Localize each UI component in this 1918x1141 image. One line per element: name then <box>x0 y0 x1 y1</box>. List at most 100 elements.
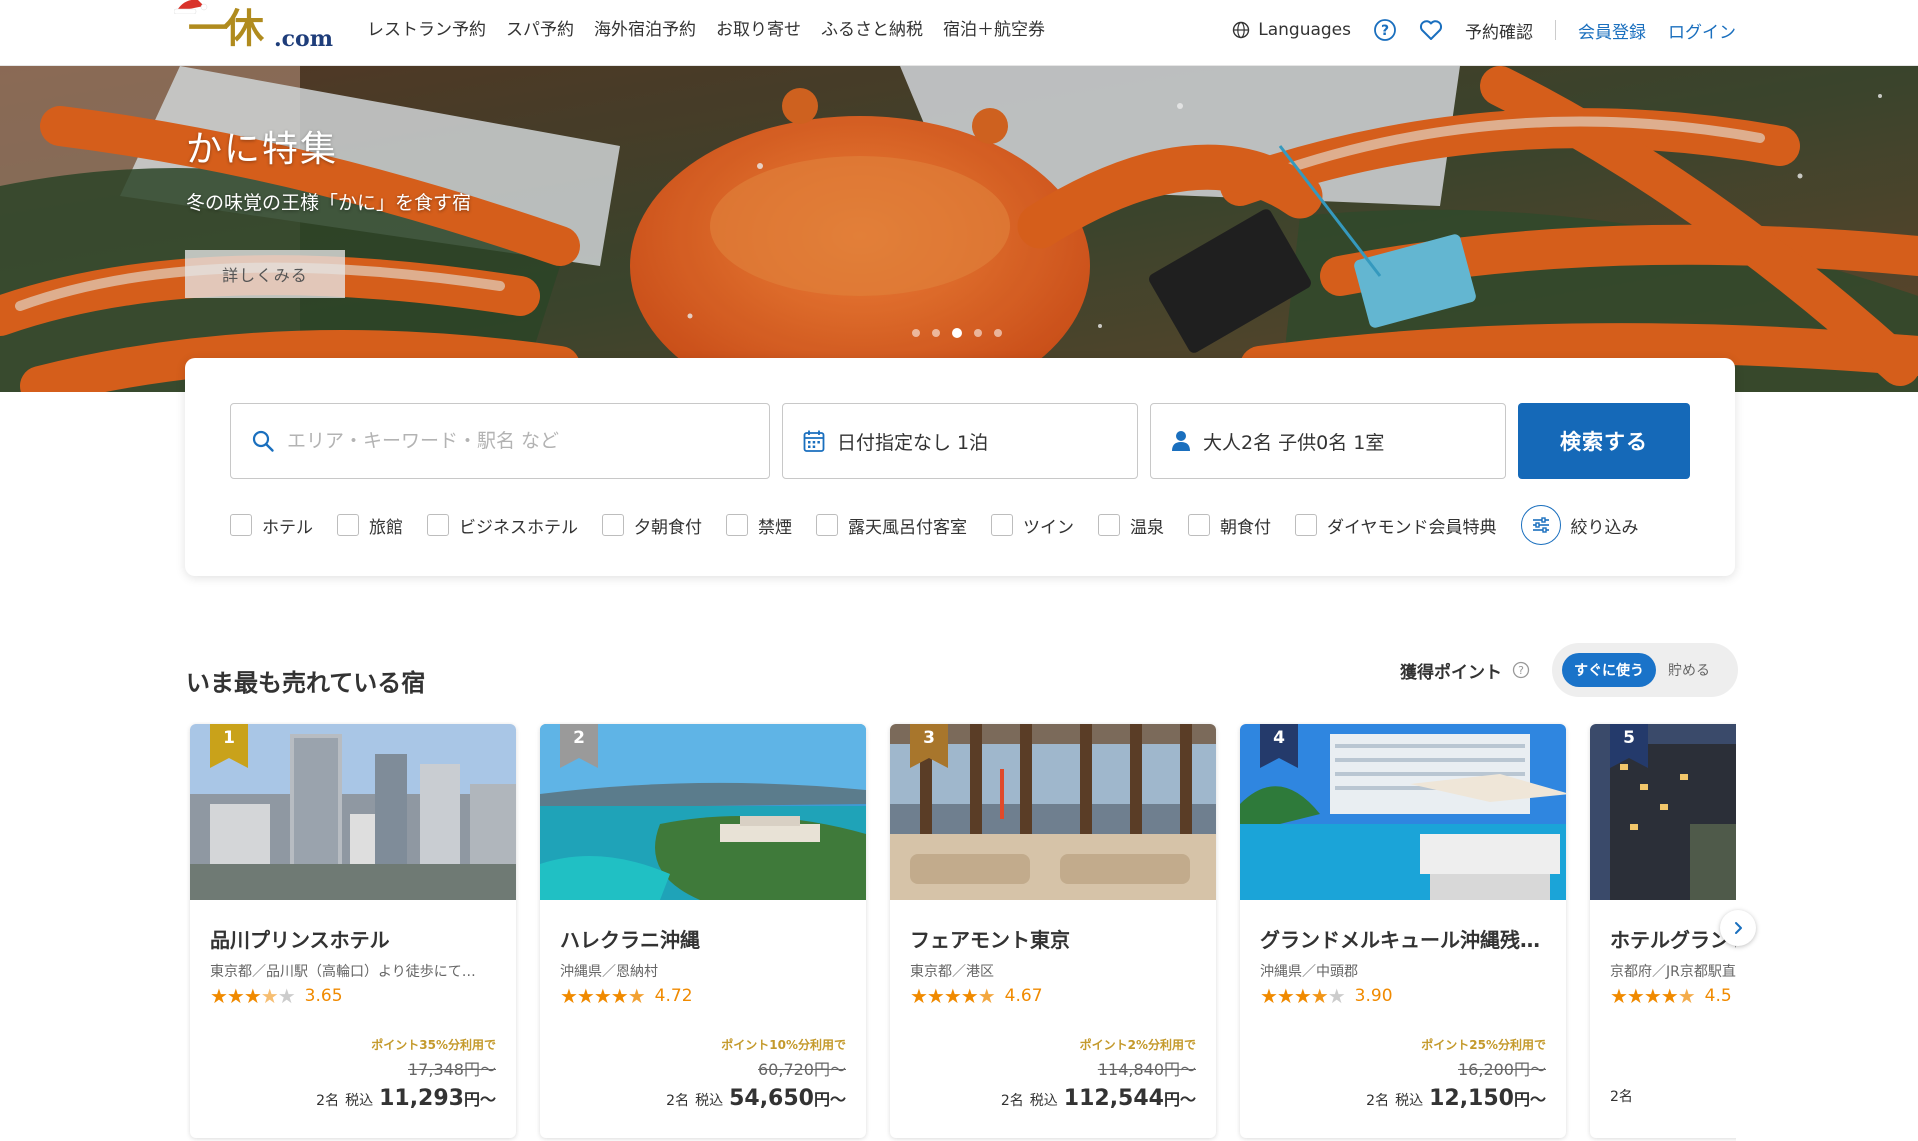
globe-icon <box>1233 21 1250 39</box>
carousel-dot[interactable] <box>932 329 940 337</box>
filter-hotel[interactable]: ホテル <box>230 513 313 538</box>
rank-number: 5 <box>1623 728 1635 748</box>
filter-twin[interactable]: ツイン <box>991 513 1074 538</box>
info-icon[interactable]: ? <box>1512 661 1530 679</box>
hotel-rating: ★★★★★ 3.65 <box>210 986 343 1006</box>
star-rating-icons: ★★★★★ <box>1260 984 1346 1008</box>
save-points-toggle[interactable]: 貯める <box>1664 660 1714 680</box>
sliders-icon <box>1520 505 1561 545</box>
ikyu-logo[interactable]: 一休 .com <box>174 0 333 56</box>
search-button[interactable]: 検索する <box>1518 403 1690 479</box>
nav-spa[interactable]: スパ予約 <box>506 18 574 42</box>
rank-number: 4 <box>1273 728 1285 748</box>
hotel-location: 東京都／品川駅（高輪口）より徒歩にて… <box>210 964 476 980</box>
carousel-dots <box>912 328 1002 338</box>
rating-score: 4.72 <box>654 986 693 1006</box>
hotel-name[interactable]: ホテルグランヴィア京都 <box>1610 924 1736 953</box>
checkbox[interactable] <box>1188 514 1210 536</box>
register-link[interactable]: 会員登録 <box>1578 18 1646 43</box>
hotel-card[interactable]: 1 品川プリンスホテル 東京都／品川駅（高輪口）より徒歩にて… ★★★★★ 3.… <box>190 724 516 1138</box>
help-icon[interactable]: ? <box>1373 18 1397 42</box>
hotel-rating: ★★★★★ 4.67 <box>910 986 1043 1006</box>
rating-score: 3.90 <box>1354 986 1393 1006</box>
price-row: 2名 税込 54,650円〜 <box>666 1086 846 1111</box>
checkbox[interactable] <box>726 514 748 536</box>
price-yen: 円〜 <box>463 1090 496 1109</box>
date-field[interactable]: 日付指定なし 1泊 <box>782 403 1138 479</box>
guest-field[interactable]: 大人2名 子供0名 1室 <box>1150 403 1506 479</box>
carousel-dot[interactable] <box>912 329 920 337</box>
hero-subtitle: 冬の味覚の王様「かに」を食す宿 <box>186 192 472 214</box>
use-now-toggle[interactable]: すぐに使う <box>1562 653 1656 687</box>
hotel-card[interactable]: 3 フェアモント東京 東京都／港区 ★★★★★ 4.67 ポイント2%分利用で … <box>890 724 1216 1138</box>
refine-button[interactable]: 絞り込み <box>1520 505 1639 545</box>
carousel-dot[interactable] <box>974 329 982 337</box>
filter-label: ホテル <box>262 517 313 538</box>
checkbox[interactable] <box>337 514 359 536</box>
checkbox[interactable] <box>230 514 252 536</box>
filter-non-smoking[interactable]: 禁煙 <box>726 513 792 538</box>
checkbox[interactable] <box>991 514 1013 536</box>
filter-label: ダイヤモンド会員特典 <box>1327 517 1497 538</box>
filter-ryokan[interactable]: 旅館 <box>337 513 403 538</box>
rating-score: 4.67 <box>1004 986 1043 1006</box>
search-icon <box>252 430 274 452</box>
filter-checkboxes: ホテル 旅館 ビジネスホテル 夕朝食付 禁煙 露天風呂付客室 ツイン 温泉 朝食… <box>230 505 1639 545</box>
login-link[interactable]: ログイン <box>1668 18 1736 43</box>
languages-button[interactable]: Languages <box>1232 20 1351 40</box>
filter-open-air-bath-room[interactable]: 露天風呂付客室 <box>816 513 967 538</box>
rank-number: 1 <box>223 728 235 748</box>
hotel-card[interactable]: 2 ハレクラニ沖縄 沖縄県／恩納村 ★★★★★ 4.72 ポイント10%分利用で… <box>540 724 866 1138</box>
nav-furusato[interactable]: ふるさと納税 <box>821 18 923 42</box>
tax-label: 税込 <box>695 1093 724 1109</box>
checkbox[interactable] <box>1098 514 1120 536</box>
hotel-card[interactable]: 4 グランドメルキュール沖縄残… 沖縄県／中頭郡 ★★★★★ 3.90 ポイント… <box>1240 724 1566 1138</box>
filter-business-hotel[interactable]: ビジネスホテル <box>427 513 578 538</box>
ranking-title: いま最も売れている宿 <box>186 669 426 697</box>
hotel-rating: ★★★★★ 4.5 <box>1610 986 1732 1006</box>
calendar-icon <box>803 430 825 452</box>
heart-icon[interactable] <box>1419 19 1443 41</box>
hero-banner[interactable]: かに特集 冬の味覚の王様「かに」を食す宿 詳しくみる <box>0 66 1918 392</box>
hotel-card[interactable]: 5 ホテルグランヴィア京都 京都府／JR京都駅直結 ★★★★★ 4.5 2名 <box>1590 724 1736 1138</box>
nav-overseas[interactable]: 海外宿泊予約 <box>594 18 696 42</box>
chevron-right-icon <box>1735 922 1742 934</box>
ranking-carousel: 1 品川プリンスホテル 東京都／品川駅（高輪口）より徒歩にて… ★★★★★ 3.… <box>186 722 1736 1141</box>
hotel-rating: ★★★★★ 4.72 <box>560 986 693 1006</box>
carousel-next-button[interactable] <box>1720 910 1756 946</box>
checkbox[interactable] <box>1295 514 1317 536</box>
date-value: 日付指定なし 1泊 <box>837 431 989 454</box>
refine-label: 絞り込み <box>1570 517 1639 538</box>
nav-gourmet-order[interactable]: お取り寄せ <box>716 18 801 42</box>
hotel-name[interactable]: 品川プリンスホテル <box>210 924 500 953</box>
checkbox[interactable] <box>427 514 449 536</box>
guest-count: 2名 <box>316 1093 340 1109</box>
reservation-check-link[interactable]: 予約確認 <box>1465 18 1533 43</box>
filter-onsen[interactable]: 温泉 <box>1098 513 1164 538</box>
price-row: 2名 <box>1610 1086 1633 1106</box>
hotel-name[interactable]: フェアモント東京 <box>910 924 1200 953</box>
hero-details-button[interactable]: 詳しくみる <box>185 250 345 298</box>
area-search-field[interactable] <box>230 403 770 479</box>
carousel-dot[interactable] <box>994 329 1002 337</box>
checkbox[interactable] <box>602 514 624 536</box>
points-label: 獲得ポイント <box>1400 662 1502 683</box>
site-header: 一休 .com レストラン予約 スパ予約 海外宿泊予約 お取り寄せ ふるさと納税… <box>0 0 1918 66</box>
tax-label: 税込 <box>1395 1093 1424 1109</box>
nav-restaurant[interactable]: レストラン予約 <box>367 18 486 42</box>
price-amount: 11,293 <box>379 1086 464 1111</box>
filter-breakfast[interactable]: 朝食付 <box>1188 513 1271 538</box>
hotel-name[interactable]: グランドメルキュール沖縄残… <box>1260 924 1550 953</box>
filter-two-meals[interactable]: 夕朝食付 <box>602 513 702 538</box>
header-actions: Languages ? 予約確認 会員登録 ログイン <box>1232 16 1736 44</box>
area-search-input[interactable] <box>287 430 727 452</box>
points-promo: ポイント25%分利用で <box>1421 1038 1546 1052</box>
filter-diamond-benefit[interactable]: ダイヤモンド会員特典 <box>1295 513 1497 538</box>
filter-label: 旅館 <box>369 517 403 538</box>
price-row: 2名 税込 11,293円〜 <box>316 1086 496 1111</box>
checkbox[interactable] <box>816 514 838 536</box>
hotel-name[interactable]: ハレクラニ沖縄 <box>560 924 850 953</box>
carousel-dot-active[interactable] <box>952 328 962 338</box>
filter-label: ツイン <box>1023 517 1074 538</box>
nav-hotel-flight[interactable]: 宿泊＋航空券 <box>943 18 1045 42</box>
